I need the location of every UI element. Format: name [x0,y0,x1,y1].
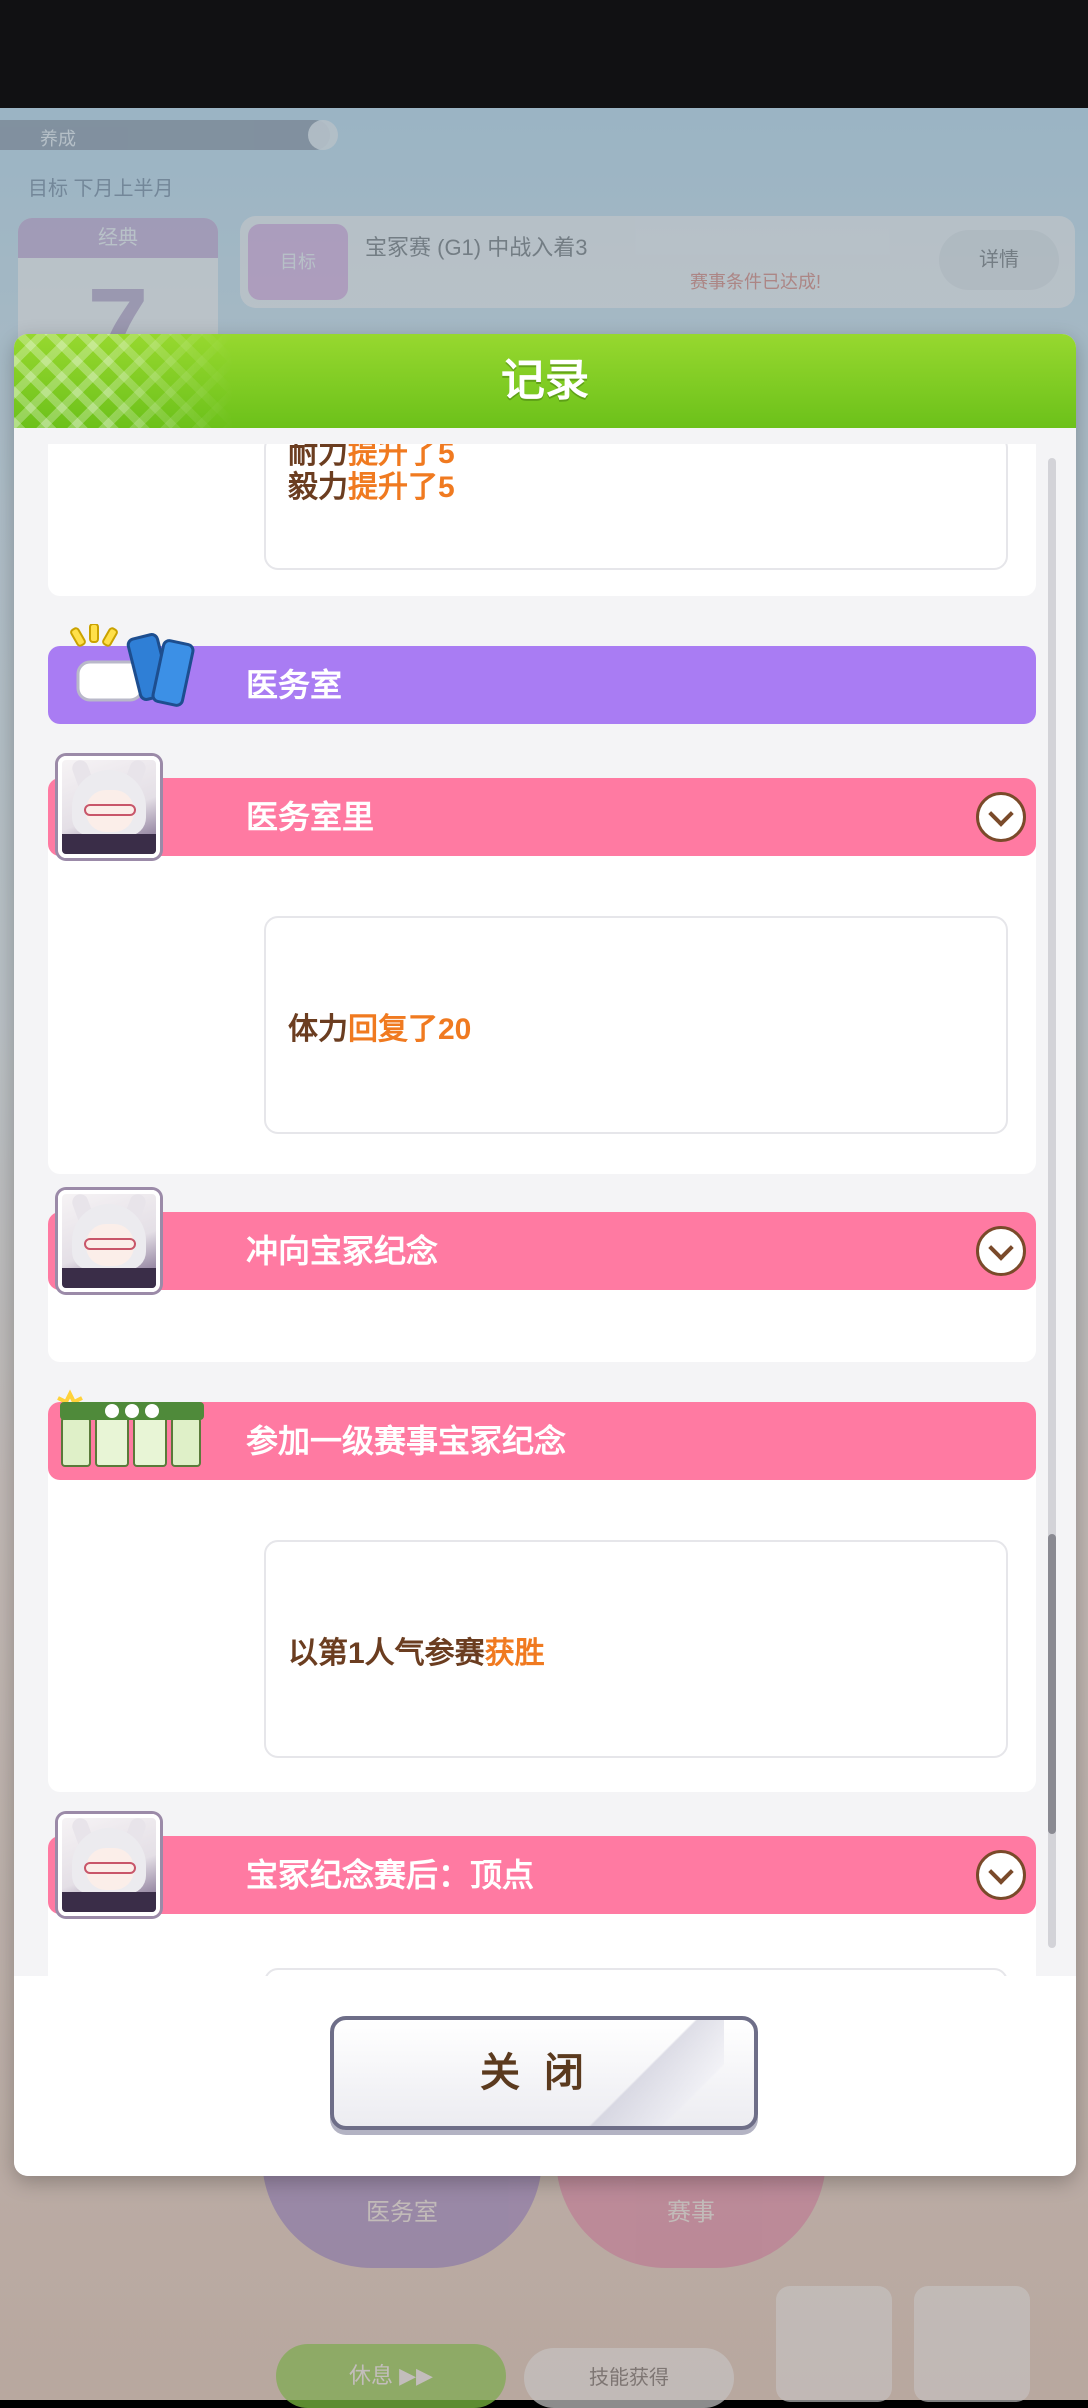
event-title: 冲向宝冢纪念 [246,1233,439,1269]
result-box: 以第1人气参赛获胜 [264,1540,1008,1758]
dialog-header: 记录 [14,334,1076,428]
character-portrait [58,1814,160,1916]
record-list[interactable]: 耐力提升了5 毅力提升了5 医务室 体力回复了20 医务室里 冲向宝冢纪念 以第… [14,444,1076,1976]
record-dialog: 记录 耐力提升了5 毅力提升了5 医务室 体力回复了20 医务室里 冲向宝冢纪念… [14,334,1076,2176]
close-button-label: 关闭 [480,2051,608,2095]
chevron-down-icon[interactable] [976,1850,1026,1900]
result-line: 毅力提升了5 [288,471,455,504]
section-title: 医务室 [246,667,343,703]
dialog-title: 记录 [501,356,589,405]
chevron-down-icon[interactable] [976,1226,1026,1276]
event-title: 宝冢纪念赛后：顶点 [246,1857,535,1893]
event-header-infirmary-inside[interactable]: 医务室里 [48,778,1036,856]
result-box [264,1968,1008,1976]
result-box: 耐力提升了5 毅力提升了5 [264,444,1008,570]
event-title: 医务室里 [246,799,375,835]
character-portrait [58,756,160,858]
event-header-toward-takarazuka[interactable]: 冲向宝冢纪念 [48,1212,1036,1290]
chevron-down-icon[interactable] [976,792,1026,842]
result-line: 以第1人气参赛获胜 [288,1637,545,1670]
record-card-previous: 耐力提升了5 毅力提升了5 [48,444,1036,596]
scrollbar-thumb[interactable] [1048,1534,1056,1834]
infirmary-icon [70,624,195,707]
result-line: 体力回复了20 [288,1013,472,1046]
section-title: 参加一级赛事宝冢纪念 [246,1423,567,1459]
result-box: 体力回复了20 [264,916,1008,1134]
race-icon [57,1389,204,1467]
event-header-after-race[interactable]: 宝冢纪念赛后：顶点 [48,1836,1036,1914]
close-button[interactable]: 关闭 [330,2016,758,2130]
character-portrait [58,1190,160,1292]
